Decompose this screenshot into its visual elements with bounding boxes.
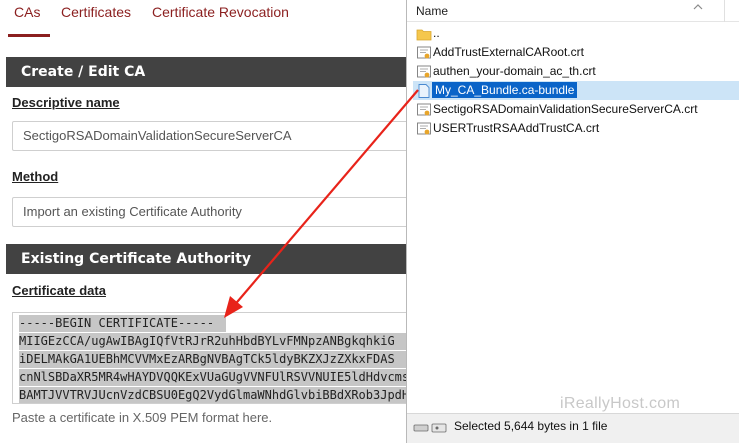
- generic-file-icon: [418, 84, 430, 98]
- folder-icon: [416, 29, 432, 41]
- certificate-file-icon: [417, 46, 431, 59]
- existing-ca-header: Existing Certificate Authority: [6, 244, 408, 274]
- certificate-file-icon: [417, 103, 431, 116]
- cert-line: cnNlSBDaXR5MR4wHAYDVQQKExVUaGUgVVNFUlRSV…: [19, 369, 407, 386]
- file-name: authen_your-domain_ac_th.crt: [433, 64, 596, 78]
- cert-line: iDELMAkGA1UEBhMCVVMxEzARBgNVBAgTCk5ldyBK…: [19, 351, 407, 368]
- descriptive-name-label: Descriptive name: [12, 95, 120, 110]
- method-select[interactable]: Import an existing Certificate Authority: [12, 197, 408, 227]
- selection-status-text: Selected 5,644 bytes in 1 file: [454, 419, 608, 433]
- file-row[interactable]: authen_your-domain_ac_th.crt: [413, 62, 739, 81]
- file-open-dialog: Name .. AddTrustExternalCARoot.crt authe…: [406, 0, 739, 443]
- file-row[interactable]: AddTrustExternalCARoot.crt: [413, 43, 739, 62]
- file-row[interactable]: SectigoRSADomainValidationSecureServerCA…: [413, 100, 739, 119]
- cert-line: BAMTJVVTRVJUcnVzdCBSU0EgQ2VydGlmaWNhdGlv…: [19, 387, 407, 403]
- cert-line: -----BEGIN CERTIFICATE-----: [19, 315, 227, 332]
- certificate-data-textarea[interactable]: -----BEGIN CERTIFICATE----- MIIGEzCCA/ug…: [12, 312, 408, 404]
- tab-cas[interactable]: CAs: [14, 4, 40, 20]
- status-bar: Selected 5,644 bytes in 1 file: [407, 413, 739, 443]
- file-name: ..: [433, 26, 440, 40]
- certificate-data-label: Certificate data: [12, 283, 106, 298]
- tab-certificates[interactable]: Certificates: [61, 4, 131, 20]
- chevron-up-icon: [693, 4, 703, 10]
- watermark: iReallyHost.com: [560, 395, 681, 412]
- file-name: AddTrustExternalCARoot.crt: [433, 45, 584, 59]
- tab-bar: CAs Certificates Certificate Revocation: [0, 0, 420, 38]
- certificate-file-icon: [417, 65, 431, 78]
- file-row-parent-folder[interactable]: ..: [413, 24, 739, 43]
- certificate-help-text: Paste a certificate in X.509 PEM format …: [12, 410, 273, 425]
- file-name: My_CA_Bundle.ca-bundle: [432, 82, 578, 98]
- column-divider: [724, 0, 725, 22]
- descriptive-name-input[interactable]: SectigoRSADomainValidationSecureServerCA: [12, 121, 408, 151]
- name-column-header[interactable]: Name: [407, 0, 739, 22]
- certificate-file-icon: [417, 122, 431, 135]
- method-label: Method: [12, 169, 59, 184]
- tab-certificate-revocation[interactable]: Certificate Revocation: [152, 4, 289, 20]
- cert-line: MIIGEzCCA/ugAwIBAgIQfVtRJrR2uhHbdBYLvFMN…: [19, 333, 407, 350]
- file-row[interactable]: USERTrustRSAAddTrustCA.crt: [413, 119, 739, 138]
- file-name: USERTrustRSAAddTrustCA.crt: [433, 121, 600, 135]
- file-name: SectigoRSADomainValidationSecureServerCA…: [433, 102, 698, 116]
- create-edit-ca-header: Create / Edit CA: [6, 57, 408, 87]
- name-column-title: Name: [416, 4, 449, 18]
- active-tab-indicator: [8, 34, 50, 37]
- drive-network-icon: [413, 423, 447, 433]
- file-row-selected[interactable]: My_CA_Bundle.ca-bundle: [413, 81, 739, 100]
